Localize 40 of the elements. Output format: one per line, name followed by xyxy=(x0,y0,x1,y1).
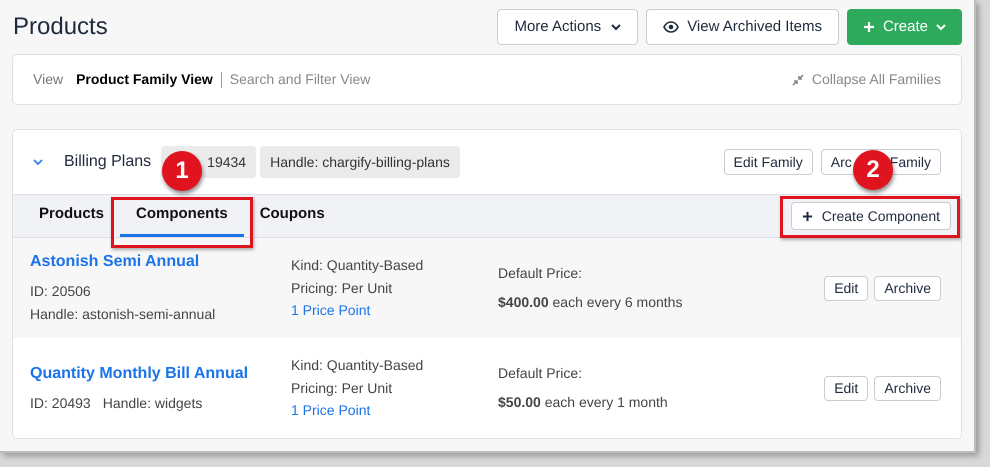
price-text: $400.00 each every 6 months xyxy=(498,293,684,312)
plus-icon xyxy=(862,21,875,33)
tab[interactable]: Products xyxy=(27,195,116,237)
component-name-link[interactable]: Astonish Semi Annual xyxy=(30,250,291,274)
price-points-link[interactable]: 1 Price Point xyxy=(291,399,498,422)
edit-button[interactable]: Edit xyxy=(824,376,868,400)
chevron-down-icon[interactable] xyxy=(33,158,43,166)
more-actions-button[interactable]: More Actions xyxy=(497,9,638,45)
archive-button[interactable]: Archive xyxy=(874,376,941,400)
price-points-link[interactable]: 1 Price Point xyxy=(291,299,498,322)
kind-text: Kind: Quantity-Based xyxy=(291,356,424,376)
default-price-label: Default Price: xyxy=(498,264,584,283)
caret-icon xyxy=(936,24,946,30)
view-label: View xyxy=(33,70,64,89)
component-name-link[interactable]: Quantity Monthly Bill Annual xyxy=(30,362,291,386)
create-component-button[interactable]: Create Component xyxy=(790,202,951,230)
pricing-text: Pricing: Per Unit xyxy=(291,378,394,398)
page-title: Products xyxy=(13,15,108,39)
plus-icon xyxy=(802,210,813,222)
kind-text: Kind: Quantity-Based xyxy=(291,256,424,276)
view-archived-button[interactable]: View Archived Items xyxy=(646,9,839,45)
view-option[interactable]: Product Family View xyxy=(76,69,213,90)
collapse-icon xyxy=(792,74,804,86)
family-name: Billing Plans xyxy=(64,152,152,172)
edit-family-button[interactable]: Edit Family xyxy=(724,149,813,175)
default-price-label: Default Price: xyxy=(498,364,584,383)
caret-icon xyxy=(611,24,622,30)
pricing-text: Pricing: Per Unit xyxy=(291,278,394,298)
archive-button[interactable]: Archive xyxy=(874,276,941,300)
component-id: ID: 20506 xyxy=(30,282,91,301)
eye-icon xyxy=(663,21,680,33)
view-option[interactable]: Search and Filter View xyxy=(230,69,370,90)
component-handle: Handle: astonish-semi-annual xyxy=(30,305,216,324)
component-handle: Handle: widgets xyxy=(102,394,202,413)
handle-chip: Handle: chargify-billing-plans xyxy=(260,146,460,178)
collapse-all-link[interactable]: Collapse All Families xyxy=(812,69,941,90)
price-text: $50.00 each every 1 month xyxy=(498,393,669,412)
edit-button[interactable]: Edit xyxy=(824,276,868,300)
tab[interactable]: Coupons xyxy=(248,195,337,237)
component-id: ID: 20493 xyxy=(30,394,91,412)
